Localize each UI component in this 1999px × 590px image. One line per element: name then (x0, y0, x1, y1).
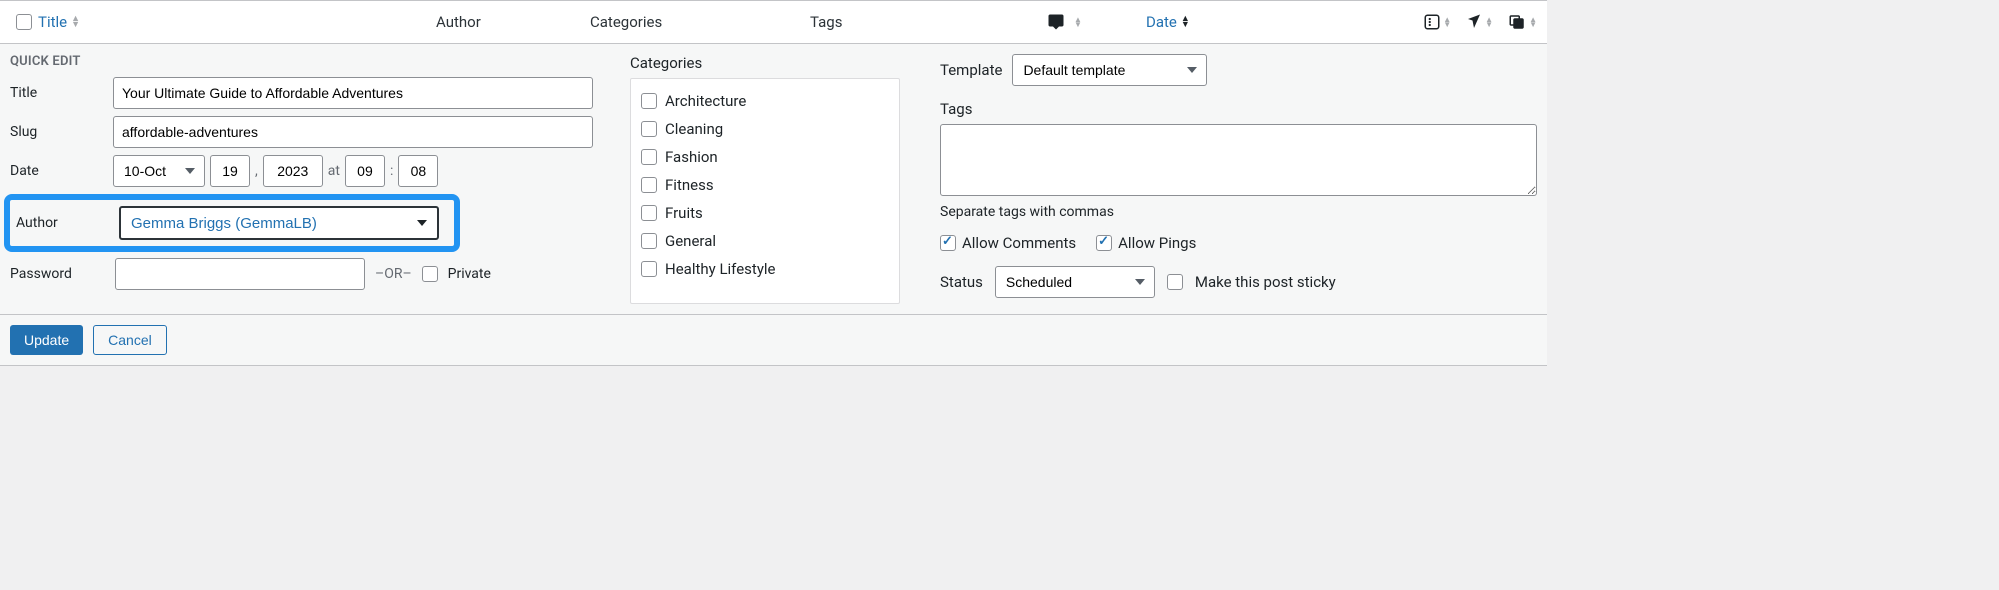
allow-comments-checkbox[interactable] (940, 235, 956, 251)
column-author[interactable]: Author (436, 13, 590, 31)
sticky-checkbox[interactable] (1167, 274, 1183, 290)
select-all-checkbox[interactable] (16, 14, 32, 30)
template-label: Template (940, 61, 1002, 79)
allow-comments[interactable]: Allow Comments (940, 234, 1076, 252)
at-label: at (328, 163, 340, 179)
sticky-label: Make this post sticky (1195, 273, 1336, 291)
category-name: Healthy Lifestyle (665, 260, 776, 278)
allow-pings-label: Allow Pings (1118, 234, 1196, 252)
category-item[interactable]: Fashion (641, 143, 889, 171)
sort-icon: ▲▼ (71, 16, 80, 28)
slug-label: Slug (10, 124, 105, 140)
category-item[interactable]: Healthy Lifestyle (641, 255, 889, 283)
password-label: Password (10, 266, 105, 282)
year-input[interactable] (263, 155, 323, 187)
category-item[interactable]: Architecture (641, 87, 889, 115)
column-categories[interactable]: Categories (590, 13, 810, 31)
actions-row: Update Cancel (0, 315, 1547, 366)
category-checkbox[interactable] (641, 233, 657, 249)
colon-sep: : (390, 163, 393, 179)
category-checkbox[interactable] (641, 205, 657, 221)
sort-icon: ▲▼ (1074, 17, 1082, 27)
tags-label: Tags (940, 100, 1537, 118)
day-input[interactable] (210, 155, 250, 187)
comments-icon[interactable] (1046, 13, 1066, 31)
allow-comments-label: Allow Comments (962, 234, 1076, 252)
slug-input[interactable] (113, 116, 593, 148)
category-checkbox[interactable] (641, 261, 657, 277)
hour-input[interactable] (345, 155, 385, 187)
status-select[interactable]: Scheduled (995, 266, 1155, 298)
update-button[interactable]: Update (10, 325, 83, 355)
category-name: Cleaning (665, 120, 723, 138)
column-date[interactable]: Date (1146, 13, 1177, 31)
category-name: General (665, 232, 716, 250)
author-select[interactable]: Gemma Briggs (GemmaLB) (119, 206, 439, 240)
template-select[interactable]: Default template (1012, 54, 1207, 86)
category-item[interactable]: General (641, 227, 889, 255)
category-item[interactable]: Fruits (641, 199, 889, 227)
cancel-button[interactable]: Cancel (93, 325, 167, 355)
column-title[interactable]: Title (38, 13, 67, 31)
links-icon[interactable]: ▲▼ (1507, 13, 1537, 31)
category-checkbox[interactable] (641, 149, 657, 165)
or-label: –OR– (375, 266, 412, 282)
tags-help: Separate tags with commas (940, 204, 1537, 220)
date-label: Date (10, 163, 105, 179)
minute-input[interactable] (398, 155, 438, 187)
private-label: Private (448, 266, 491, 282)
month-select[interactable]: 10-Oct (113, 155, 205, 187)
column-tags[interactable]: Tags (810, 13, 1046, 31)
tags-input[interactable] (940, 124, 1537, 196)
table-header: Title ▲▼ Author Categories Tags ▲▼ Date … (0, 0, 1547, 44)
category-name: Fruits (665, 204, 703, 222)
private-checkbox[interactable] (422, 266, 438, 282)
allow-pings[interactable]: Allow Pings (1096, 234, 1196, 252)
quick-edit-legend: QUICK EDIT (10, 54, 610, 69)
category-item[interactable]: Cleaning (641, 115, 889, 143)
status-label: Status (940, 273, 983, 291)
password-input[interactable] (115, 258, 365, 290)
category-name: Architecture (665, 92, 746, 110)
quick-edit-panel: QUICK EDIT Title Slug Date 10-Oct (0, 44, 1547, 315)
sort-icon: ▲▼ (1181, 16, 1190, 28)
title-label: Title (10, 85, 105, 101)
title-input[interactable] (113, 77, 593, 109)
category-name: Fitness (665, 176, 714, 194)
category-checkbox[interactable] (641, 121, 657, 137)
comma-sep: , (255, 163, 258, 179)
category-item[interactable]: Fitness (641, 171, 889, 199)
seo-icon[interactable]: ▲▼ (1423, 13, 1451, 31)
category-checkbox[interactable] (641, 177, 657, 193)
category-checkbox[interactable] (641, 93, 657, 109)
author-highlight: Author Gemma Briggs (GemmaLB) (4, 194, 460, 252)
allow-pings-checkbox[interactable] (1096, 235, 1112, 251)
categories-box[interactable]: Architecture Cleaning Fashion Fitness Fr… (630, 78, 900, 304)
readability-icon[interactable]: ▲▼ (1465, 13, 1493, 31)
category-name: Fashion (665, 148, 718, 166)
categories-label: Categories (630, 54, 920, 72)
author-label: Author (16, 215, 111, 231)
